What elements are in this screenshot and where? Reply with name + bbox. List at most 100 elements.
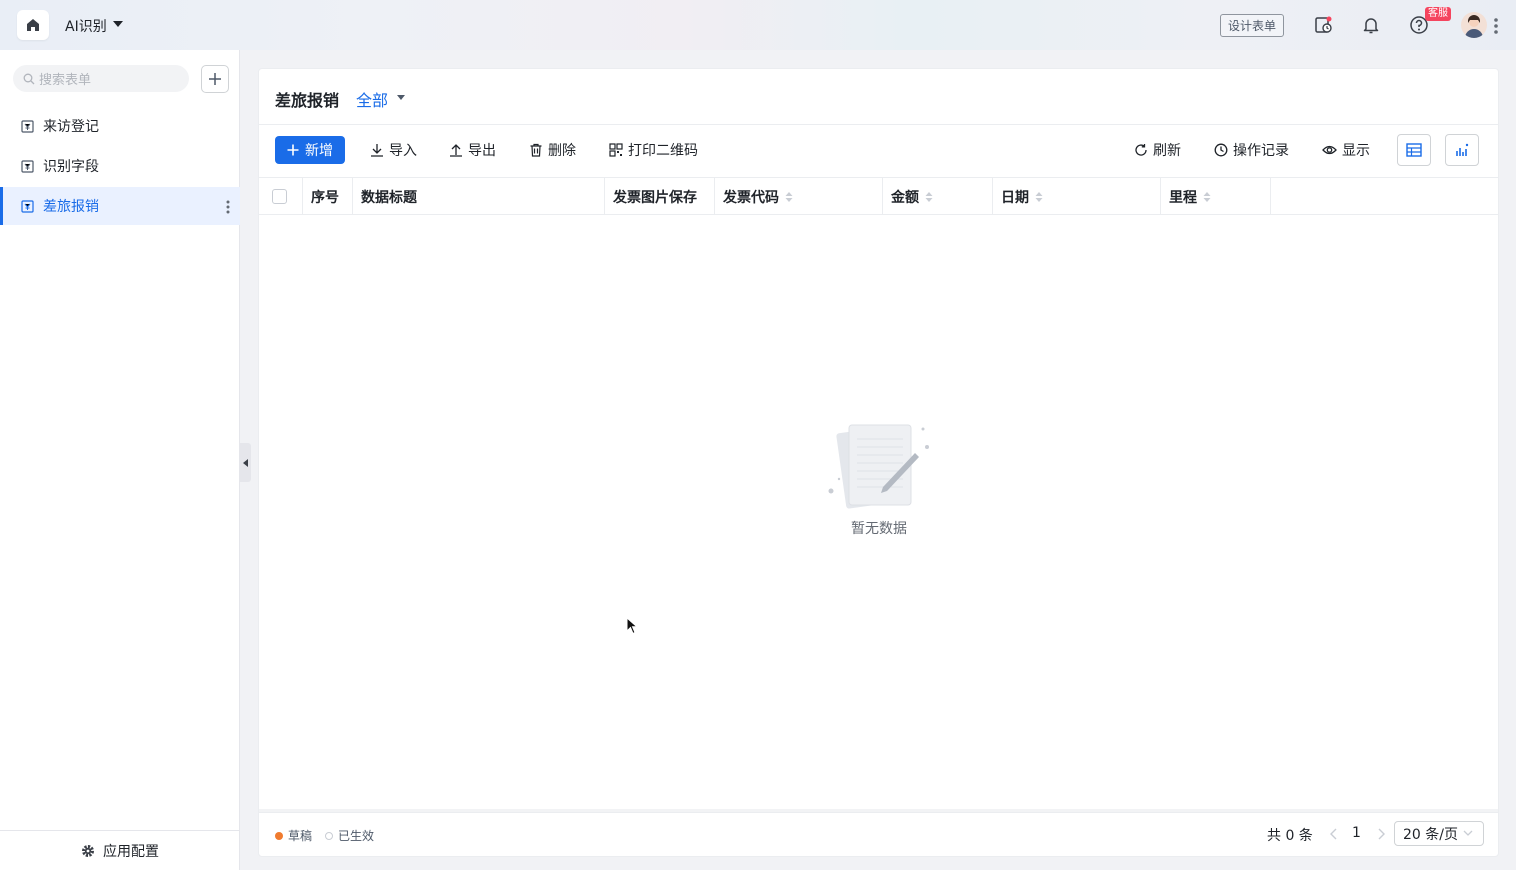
caret-left-icon: [242, 458, 248, 467]
plus-icon: [209, 73, 221, 85]
search-input[interactable]: 搜索表单: [13, 65, 189, 92]
column-label: 日期: [1001, 189, 1029, 206]
empty-document-icon: [828, 424, 929, 509]
export-label: 导出: [468, 143, 496, 159]
next-page-icon[interactable]: [1374, 826, 1388, 842]
legend-effective: 已生效: [325, 827, 374, 844]
sidebar-item-label: 来访登记: [43, 119, 99, 135]
panel-footer: 草稿 已生效 共 0 条 1 20 条/页: [259, 809, 1498, 856]
empty-text: 暂无数据: [851, 521, 907, 537]
add-form-button[interactable]: [201, 65, 229, 93]
refresh-label: 刷新: [1153, 143, 1181, 159]
column-header-date[interactable]: 日期: [993, 178, 1161, 215]
delete-label: 删除: [548, 143, 576, 159]
print-qr-button[interactable]: 打印二维码: [609, 136, 698, 164]
sort-icon[interactable]: [925, 191, 933, 202]
select-all-cell: [259, 178, 303, 215]
caret-down-icon[interactable]: [113, 21, 123, 27]
total-count: 共 0 条: [1267, 828, 1313, 844]
column-header-mileage[interactable]: 里程: [1161, 178, 1271, 215]
sidebar-item-recognition-fields[interactable]: 识别字段: [0, 147, 240, 185]
form-doc-icon: [21, 119, 34, 133]
legend-effective-label: 已生效: [338, 829, 375, 843]
view-filter-dropdown[interactable]: 全部: [356, 87, 388, 111]
refresh-button[interactable]: 刷新: [1134, 136, 1181, 164]
sidebar-collapse-handle[interactable]: [240, 443, 251, 482]
app-settings-label: 应用配置: [103, 843, 159, 860]
sort-icon[interactable]: [785, 191, 793, 202]
sidebar: 搜索表单 来访登记 识别字段 差旅报销 应用配置: [0, 50, 240, 870]
app-settings-button[interactable]: 应用配置: [0, 830, 240, 870]
sidebar-item-visitor-registration[interactable]: 来访登记: [0, 107, 240, 145]
add-record-label: 新增: [305, 143, 333, 159]
eye-icon: [1322, 145, 1337, 155]
customer-service-badge[interactable]: 客服: [1425, 7, 1451, 21]
legend-draft: 草稿: [275, 827, 312, 844]
upload-icon: [450, 144, 462, 157]
operation-log-button[interactable]: 操作记录: [1214, 136, 1289, 164]
print-qr-label: 打印二维码: [628, 143, 698, 159]
display-button[interactable]: 显示: [1322, 136, 1370, 164]
column-header-index: 序号: [303, 178, 353, 215]
sidebar-item-label: 差旅报销: [43, 199, 99, 215]
table-view-icon: [1406, 143, 1422, 157]
column-header-title: 数据标题: [353, 178, 605, 215]
refresh-icon: [1135, 144, 1147, 156]
table-view-button[interactable]: [1397, 134, 1431, 166]
more-vertical-icon[interactable]: [226, 199, 230, 215]
form-doc-icon: [21, 159, 34, 173]
trash-icon: [530, 143, 542, 157]
chart-view-button[interactable]: [1445, 134, 1479, 166]
column-header-invoice-code[interactable]: 发票代码: [715, 178, 883, 215]
empty-state: 暂无数据: [827, 417, 931, 537]
draft-dot: [275, 831, 283, 840]
page-size-value: 20 条/页: [1403, 826, 1458, 843]
page-title: 差旅报销: [275, 91, 340, 110]
app-switcher-label[interactable]: AI识别: [65, 16, 107, 36]
top-bar: AI识别 设计表单 客服: [0, 0, 1516, 50]
column-label: 发票代码: [723, 189, 779, 206]
import-button[interactable]: 导入: [370, 136, 417, 164]
clock-icon: [1214, 143, 1228, 157]
form-doc-icon: [21, 199, 34, 213]
caret-down-icon[interactable]: [397, 95, 405, 100]
more-vertical-icon[interactable]: [1494, 17, 1498, 35]
home-icon: [27, 19, 39, 31]
column-label: 金额: [891, 189, 919, 206]
qr-code-icon: [609, 143, 623, 157]
gear-icon: [82, 844, 94, 857]
legend-draft-label: 草稿: [288, 829, 313, 843]
effective-dot: [325, 831, 333, 840]
search-placeholder: 搜索表单: [39, 73, 92, 88]
panel-header: 差旅报销 全部: [259, 69, 1498, 125]
add-record-button[interactable]: 新增: [275, 136, 345, 164]
plus-icon: [287, 144, 299, 156]
avatar[interactable]: [1461, 12, 1487, 38]
select-all-checkbox[interactable]: [272, 189, 287, 204]
page-size-select[interactable]: 20 条/页: [1394, 821, 1484, 846]
footer-divider: [259, 809, 1498, 812]
chart-view-icon: [1456, 143, 1469, 156]
column-label: 发票图片保存: [613, 189, 697, 206]
column-header-amount[interactable]: 金额: [883, 178, 993, 215]
main-panel: 差旅报销 全部 新增 导入 导出 删除 打印二维码 刷新 操作记录 显示 序号 …: [258, 68, 1499, 857]
export-button[interactable]: 导出: [449, 136, 496, 164]
search-icon: [23, 73, 35, 84]
sort-icon[interactable]: [1035, 191, 1043, 202]
design-form-button[interactable]: 设计表单: [1220, 14, 1284, 37]
import-label: 导入: [389, 143, 417, 159]
column-label: 数据标题: [361, 189, 417, 206]
operation-log-label: 操作记录: [1233, 143, 1289, 159]
column-header-invoice-image: 发票图片保存: [605, 178, 715, 215]
sidebar-item-travel-reimbursement[interactable]: 差旅报销: [0, 187, 240, 225]
prev-page-icon[interactable]: [1327, 826, 1341, 842]
home-button[interactable]: [17, 10, 49, 40]
delete-button[interactable]: 删除: [529, 136, 576, 164]
sidebar-item-label: 识别字段: [43, 159, 99, 175]
sort-icon[interactable]: [1203, 191, 1211, 202]
column-label: 序号: [311, 189, 339, 206]
display-label: 显示: [1342, 143, 1370, 159]
bell-icon[interactable]: [1360, 14, 1382, 36]
current-page[interactable]: 1: [1352, 825, 1361, 841]
todo-calendar-icon[interactable]: [1312, 14, 1334, 36]
